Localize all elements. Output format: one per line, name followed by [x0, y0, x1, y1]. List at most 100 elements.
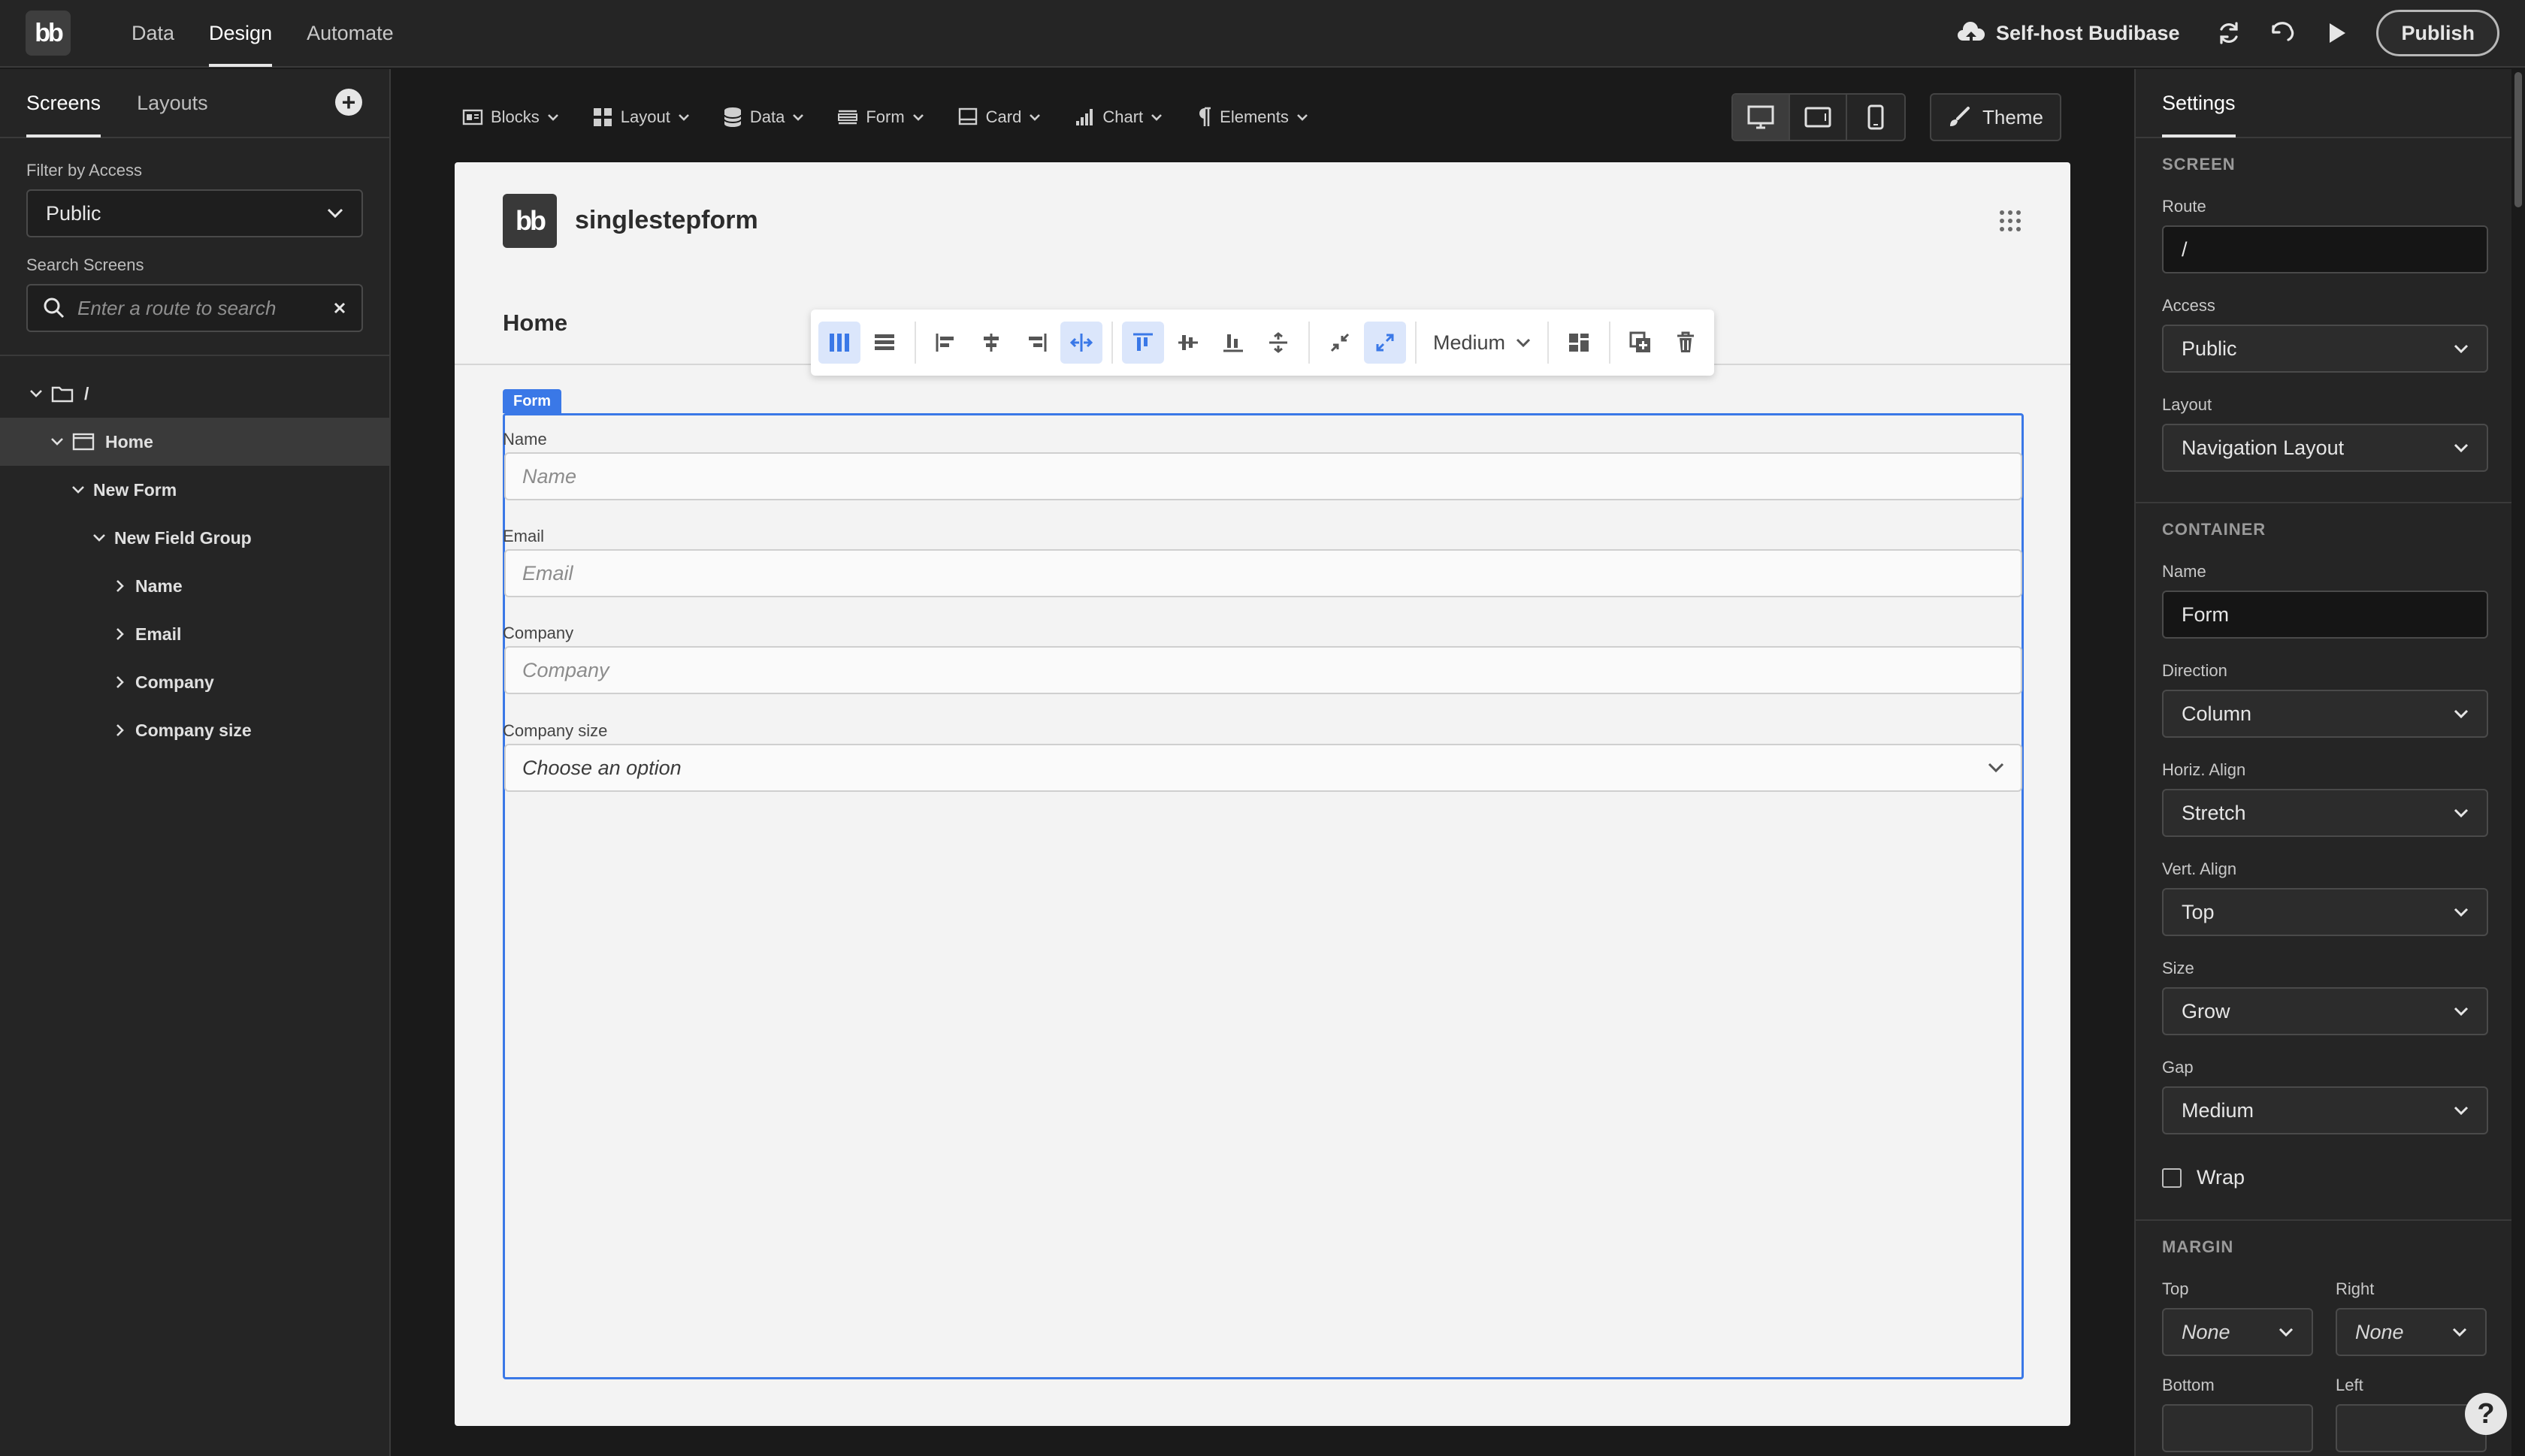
tab-screens[interactable]: Screens [26, 68, 101, 137]
tab-layouts[interactable]: Layouts [137, 68, 208, 137]
horiz-align-label: Horiz. Align [2162, 760, 2246, 779]
search-input[interactable] [77, 296, 333, 320]
device-preview-toggle [1731, 93, 1906, 141]
theme-button[interactable]: Theme [1930, 93, 2061, 141]
chevron-down-icon [1151, 114, 1163, 121]
left-panel-tabs: Screens Layouts + [0, 69, 389, 138]
gap-select[interactable]: Medium [2162, 1086, 2488, 1134]
blocks-label: Blocks [491, 107, 540, 126]
container-section-title: CONTAINER [2162, 520, 2266, 539]
duplicate-button[interactable] [1619, 322, 1662, 364]
data-menu[interactable]: Data [723, 107, 812, 128]
duplicate-icon [1629, 331, 1651, 352]
apps-grid-icon[interactable] [1998, 209, 2022, 233]
valign-bottom-button[interactable] [1212, 322, 1254, 364]
company-field[interactable] [504, 646, 2022, 694]
tree-item-new-field-group[interactable]: New Field Group [0, 514, 389, 562]
delete-button[interactable] [1665, 322, 1707, 364]
layout-menu[interactable]: Layout [592, 107, 697, 128]
wrap-checkbox[interactable]: Wrap [2162, 1166, 2511, 1189]
email-field[interactable] [504, 549, 2022, 597]
clear-icon[interactable] [333, 301, 346, 315]
margin-top-label: Top [2162, 1279, 2189, 1298]
page-title: Home [503, 310, 568, 336]
layout-select[interactable]: Navigation Layout [2162, 424, 2488, 472]
direction-row-button[interactable] [863, 322, 906, 364]
rows-icon [875, 334, 894, 350]
mobile-preview-button[interactable] [1847, 95, 1904, 140]
chart-label: Chart [1102, 107, 1144, 126]
trash-icon [1677, 331, 1695, 352]
align-stretch-button[interactable] [1060, 322, 1102, 364]
settings-scrollbar[interactable] [2514, 72, 2522, 207]
wrap-layout-button[interactable] [1558, 322, 1600, 364]
company-size-select[interactable]: Choose an option [504, 744, 2022, 792]
container-name-input[interactable] [2162, 591, 2488, 639]
align-left-button[interactable] [925, 322, 967, 364]
margin-section-title: MARGIN [2162, 1237, 2234, 1256]
grow-button[interactable] [1364, 322, 1406, 364]
component-toolbar: Blocks Layout Data Form Card Chart Eleme… [462, 102, 1341, 132]
direction-select[interactable]: Column [2162, 690, 2488, 738]
elements-menu[interactable]: Elements [1196, 107, 1316, 128]
shrink-button[interactable] [1319, 322, 1361, 364]
form-menu[interactable]: Form [837, 107, 931, 127]
tree-item-email[interactable]: Email [0, 610, 389, 658]
tree-item-label: Name [135, 575, 183, 596]
tree-item-new-form[interactable]: New Form [0, 466, 389, 514]
chevron-down-icon [678, 114, 689, 121]
play-preview-icon[interactable] [2322, 18, 2352, 48]
chevron-down-icon [2452, 1328, 2467, 1337]
tab-data[interactable]: Data [114, 0, 192, 67]
tab-settings[interactable]: Settings [2162, 69, 2236, 137]
tab-design[interactable]: Design [192, 0, 289, 67]
align-center-button[interactable] [970, 322, 1012, 364]
name-field-label: Name [503, 430, 547, 449]
blocks-menu[interactable]: Blocks [462, 107, 567, 127]
access-filter-select[interactable]: Public [26, 189, 363, 237]
undo-icon[interactable] [2268, 18, 2298, 48]
app-title: singlestepform [575, 206, 758, 234]
gap-size-select[interactable]: Medium [1424, 331, 1540, 355]
email-field-label: Email [503, 527, 545, 545]
margin-top-select[interactable]: None [2162, 1308, 2313, 1356]
chart-menu[interactable]: Chart [1074, 107, 1170, 127]
cloud-upload-icon [1957, 21, 1985, 44]
name-field[interactable] [504, 452, 2022, 500]
chevron-down-icon [912, 114, 924, 121]
screen-search-field [26, 284, 363, 332]
layout-value: Navigation Layout [2182, 436, 2345, 459]
margin-right-select[interactable]: None [2336, 1308, 2487, 1356]
horiz-align-select[interactable]: Stretch [2162, 789, 2488, 837]
vert-align-select[interactable]: Top [2162, 888, 2488, 936]
route-input[interactable] [2162, 225, 2488, 273]
align-middle-icon [1178, 335, 1198, 350]
card-menu[interactable]: Card [957, 107, 1049, 127]
tablet-preview-button[interactable] [1790, 95, 1847, 140]
tree-item-company[interactable]: Company [0, 658, 389, 706]
form-component-tag[interactable]: Form [503, 389, 561, 413]
budibase-logo[interactable]: bb [26, 11, 71, 56]
self-host-link[interactable]: Self-host Budibase [1957, 21, 2179, 45]
add-screen-icon[interactable]: + [335, 89, 362, 116]
desktop-icon [1747, 105, 1774, 129]
valign-top-button[interactable] [1122, 322, 1164, 364]
valign-stretch-button[interactable] [1257, 322, 1299, 364]
direction-column-button[interactable] [818, 322, 860, 364]
margin-left-select[interactable] [2336, 1404, 2487, 1452]
app-logo[interactable]: bb [503, 194, 557, 248]
tree-item-name[interactable]: Name [0, 562, 389, 610]
valign-middle-button[interactable] [1167, 322, 1209, 364]
align-right-button[interactable] [1015, 322, 1057, 364]
publish-button[interactable]: Publish [2376, 10, 2499, 56]
refresh-icon[interactable] [2214, 18, 2244, 48]
size-select[interactable]: Grow [2162, 987, 2488, 1035]
desktop-preview-button[interactable] [1733, 95, 1790, 140]
tab-automate[interactable]: Automate [289, 0, 411, 67]
tree-item-root[interactable]: / [0, 370, 389, 418]
help-icon[interactable]: ? [2465, 1393, 2507, 1435]
access-select[interactable]: Public [2162, 325, 2488, 373]
margin-bottom-select[interactable] [2162, 1404, 2313, 1452]
tree-item-home[interactable]: Home [0, 418, 389, 466]
tree-item-company-size[interactable]: Company size [0, 706, 389, 754]
